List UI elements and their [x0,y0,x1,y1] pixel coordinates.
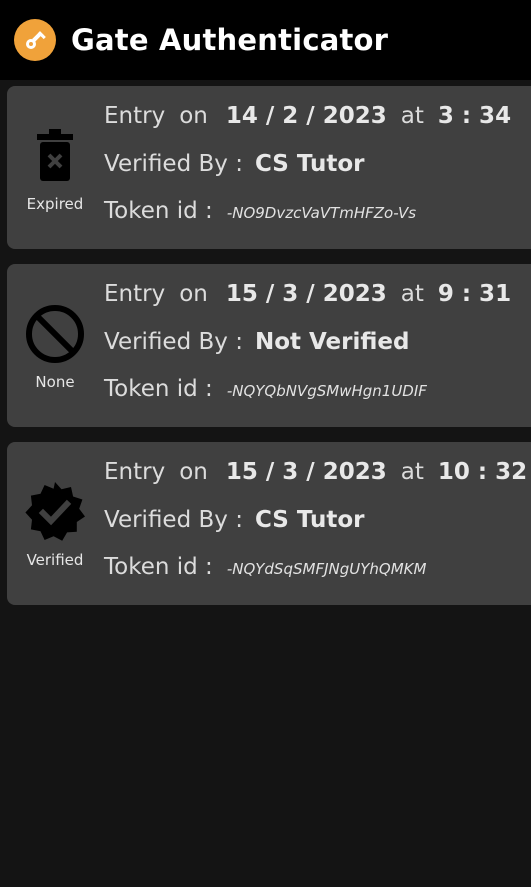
entry-list: Expired Entry on 14 / 2 / 2023 at 3 : 34 Ver… [0,80,531,605]
entry-time: 10 : 32 [437,459,528,485]
token-line: Token id : -NO9DvzcVaVTmHFZo-Vs [104,198,416,224]
token-id-label: Token id : [104,376,213,402]
verified-line: Verified By : Not Verified [104,329,409,355]
on-label: on [179,103,208,129]
verified-badge-icon [23,479,87,545]
trash-icon [35,123,75,189]
entry-card[interactable]: Expired Entry on 14 / 2 / 2023 at 3 : 34 Ver… [7,86,531,249]
at-label: at [400,103,424,129]
entry-label: Entry [104,103,166,129]
key-icon [14,19,56,61]
entry-date: 14 / 2 / 2023 [225,103,387,129]
entry-line: Entry on 15 / 3 / 2023 at 9 : 31 [104,281,511,307]
on-label: on [179,281,208,307]
entry-label: Entry [104,459,166,485]
token-line: Token id : -NQYdSqSMFJNgUYhQMKM [104,554,426,580]
status-label: Expired [26,194,84,213]
token-id-label: Token id : [104,198,213,224]
verified-line: Verified By : CS Tutor [104,151,365,177]
entry-line: Entry on 14 / 2 / 2023 at 3 : 34 [104,103,511,129]
on-label: on [179,459,208,485]
verified-by-label: Verified By : [104,329,243,355]
token-id-value: -NQYQbNVgSMwHgn1UDIF [226,382,427,400]
verified-by-label: Verified By : [104,151,243,177]
entry-label: Entry [104,281,166,307]
entry-status: Expired [7,86,103,249]
token-id-label: Token id : [104,554,213,580]
verified-by-value: CS Tutor [254,151,365,177]
entry-status: None [7,264,103,427]
verified-line: Verified By : CS Tutor [104,507,365,533]
entry-time: 3 : 34 [437,103,512,129]
entry-status: Verified [7,442,103,605]
app-title: Gate Authenticator [71,23,389,57]
verified-by-value: CS Tutor [254,507,365,533]
token-id-value: -NQYdSqSMFJNgUYhQMKM [226,560,427,578]
entry-date: 15 / 3 / 2023 [225,281,387,307]
entry-time: 9 : 31 [437,281,512,307]
at-label: at [400,281,424,307]
entry-card[interactable]: Verified Entry on 15 / 3 / 2023 at 10 : 32 V… [7,442,531,605]
entry-card[interactable]: None Entry on 15 / 3 / 2023 at 9 : 31 Verifi… [7,264,531,427]
verified-by-label: Verified By : [104,507,243,533]
at-label: at [400,459,424,485]
token-line: Token id : -NQYQbNVgSMwHgn1UDIF [104,376,427,402]
status-label: None [35,372,75,391]
app-bar: Gate Authenticator [0,0,531,80]
prohibited-icon [25,301,85,367]
token-id-value: -NO9DvzcVaVTmHFZo-Vs [226,204,417,222]
entry-date: 15 / 3 / 2023 [225,459,387,485]
status-label: Verified [26,550,84,569]
verified-by-value: Not Verified [254,329,410,355]
entry-line: Entry on 15 / 3 / 2023 at 10 : 32 [104,459,527,485]
